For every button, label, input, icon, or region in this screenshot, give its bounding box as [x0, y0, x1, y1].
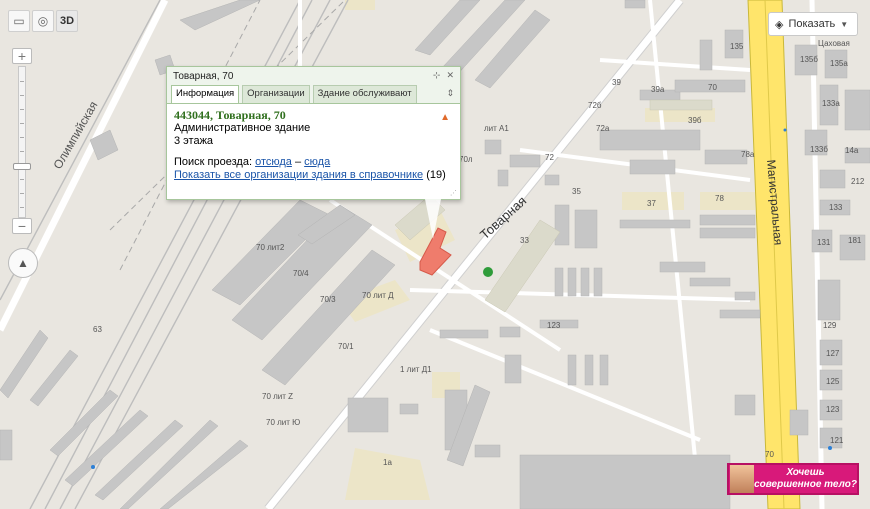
zoom-control: + − [12, 48, 34, 234]
house-number-label: 39б [688, 116, 702, 125]
house-number-label: 133а [822, 99, 840, 108]
chevron-down-icon: ▼ [840, 19, 849, 29]
house-number-label: 39 [612, 78, 621, 87]
house-number-label: 70 [708, 83, 717, 92]
house-number-label: 70 лит2 [256, 243, 285, 252]
house-number-label: 121 [830, 436, 844, 445]
org-count: (19) [426, 169, 446, 181]
show-all-orgs: Показать все организации здания в справо… [174, 169, 453, 182]
compass-icon[interactable]: ▲ [8, 248, 38, 278]
house-number-label: 135а [830, 59, 848, 68]
route-from-link[interactable]: отсюда [255, 156, 292, 168]
balloon-header: Товарная, 70 ⊹ ✕ [167, 67, 460, 85]
house-number-label: 70/4 [293, 269, 309, 278]
house-number-label: 78 [715, 194, 724, 203]
info-balloon: Товарная, 70 ⊹ ✕ Информация Организации … [166, 66, 461, 239]
tab-organizations[interactable]: Организации [242, 85, 310, 103]
warning-icon[interactable]: ▲ [440, 112, 450, 123]
house-number-label: 70 [765, 450, 774, 459]
address-title: 443044, Товарная, 70 [174, 108, 286, 122]
route-to-link[interactable]: сюда [304, 156, 330, 168]
house-number-label: 133б [810, 145, 828, 154]
ad-banner[interactable]: Хочешь совершенное тело? [727, 463, 859, 495]
show-all-orgs-link[interactable]: Показать все организации здания в справо… [174, 169, 423, 181]
layers-button[interactable]: ◈ Показать ▼ [768, 12, 858, 36]
house-number-label: 129 [823, 321, 837, 330]
mode-3d-button[interactable]: 3D [56, 10, 78, 32]
house-number-label: 70 лит Д [362, 291, 394, 300]
layers-label: Показать [788, 18, 836, 30]
house-number-label: 1 лит Д1 [400, 365, 432, 374]
house-number-label: 39а [651, 85, 665, 94]
house-number-label: 181 [848, 236, 862, 245]
balloon-tail [425, 199, 441, 239]
house-number-label: 123 [547, 321, 561, 330]
zoom-in-button[interactable]: + [12, 48, 32, 64]
house-number-label: 14а [845, 146, 859, 155]
house-number-label: 70 лит Ю [266, 418, 300, 427]
tab-information[interactable]: Информация [171, 85, 240, 103]
close-icon[interactable]: ✕ [446, 70, 454, 81]
house-number-label: 70л [459, 155, 473, 164]
house-number-label: 33 [520, 236, 529, 245]
resize-handle-icon[interactable]: ⋰ [450, 189, 457, 197]
route-search: Поиск проезда: отсюда – сюда [174, 156, 331, 168]
pin-icon[interactable]: ⊹ [433, 70, 441, 81]
house-number-label: 1а [383, 458, 392, 467]
building-type: Административное здание [174, 122, 311, 134]
traffic-icon[interactable]: ◎ [32, 10, 54, 32]
house-number-label: 70 лит Z [262, 392, 293, 401]
house-number-label: 135 [730, 42, 744, 51]
ad-line-1: Хочешь [786, 467, 825, 478]
house-number-label: 78а [741, 150, 755, 159]
house-number-label: 212 [851, 177, 865, 186]
house-number-label: 133 [829, 203, 843, 212]
poi-marker-icon[interactable] [483, 267, 493, 277]
map-tools: ▭ ◎ 3D [8, 10, 78, 32]
house-number-label: 123 [826, 405, 840, 414]
house-number-label: 70/3 [320, 295, 336, 304]
house-number-label: 72а [596, 124, 610, 133]
ad-photo [730, 465, 754, 493]
house-number-label: 72 [545, 153, 554, 162]
tab-building-services[interactable]: Здание обслуживают [312, 85, 417, 103]
floors-count: 3 этажа [174, 135, 214, 147]
ad-line-2: совершенное тело? [754, 479, 857, 490]
balloon-title: Товарная, 70 [173, 70, 234, 82]
tabs-scroll-icon[interactable]: ⇕ [446, 88, 454, 99]
house-number-label: 72б [588, 101, 602, 110]
house-number-label: лит А1 [484, 124, 509, 133]
house-number-label: 127 [826, 349, 840, 358]
zoom-slider-handle[interactable] [13, 163, 31, 171]
house-number-label: 135б [800, 55, 818, 64]
balloon-tabs: Информация Организации Здание обслуживаю… [167, 85, 460, 104]
zoom-out-button[interactable]: − [12, 218, 32, 234]
house-number-label: 125 [826, 377, 840, 386]
ruler-icon[interactable]: ▭ [8, 10, 30, 32]
house-number-label: 37 [647, 199, 656, 208]
layers-icon: ◈ [775, 18, 784, 31]
house-number-label: 35 [572, 187, 581, 196]
street-label-chakhovaya: Цаховая [818, 39, 850, 48]
house-number-label: 70/1 [338, 342, 354, 351]
zoom-slider[interactable] [18, 66, 26, 218]
house-number-label: 63 [93, 325, 102, 334]
house-number-label: 131 [817, 238, 831, 247]
